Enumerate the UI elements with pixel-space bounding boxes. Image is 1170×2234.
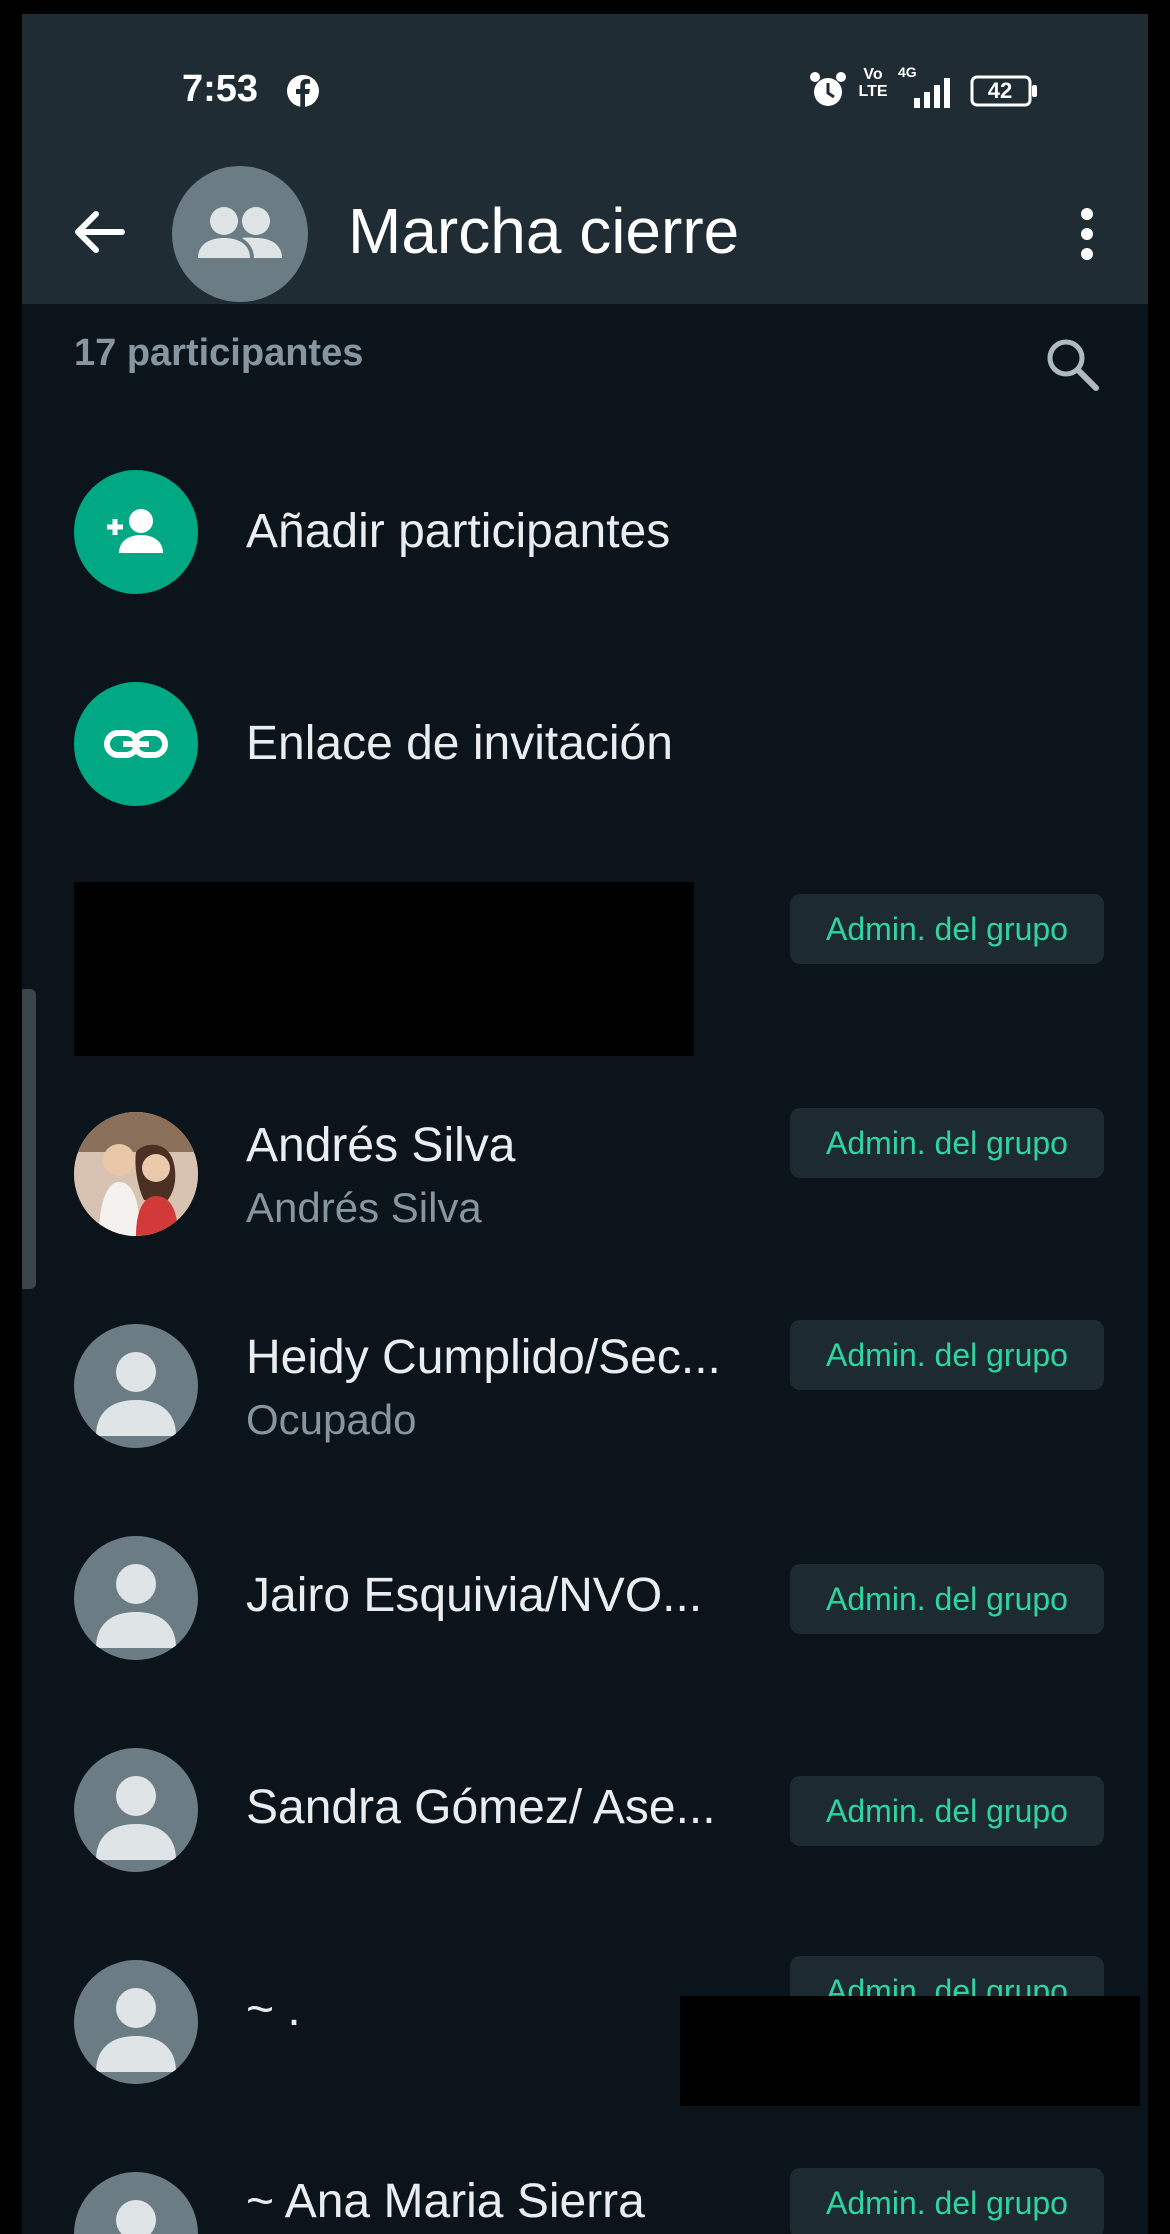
participant-name: ~ Ana Maria Sierra — [246, 2175, 645, 2228]
signal-icon — [914, 78, 950, 108]
invite-link-label: Enlace de invitación — [246, 717, 673, 770]
invite-link-circle — [74, 682, 198, 806]
participant-name: ~ . — [246, 1983, 301, 2036]
participant-row-3[interactable]: Jairo Esquivia/NVO... Admin. del grupo — [22, 1518, 1148, 1678]
status-time: 7:53 — [182, 68, 259, 110]
default-avatar-icon — [96, 1352, 176, 1436]
participant-avatar — [74, 1324, 198, 1448]
link-icon — [104, 730, 168, 758]
app-header: Marcha cierre — [22, 164, 1148, 304]
participant-name: Sandra Gómez/ Ase... — [246, 1781, 716, 1834]
add-participants-label: Añadir participantes — [246, 505, 671, 558]
participant-status: Ocupado — [246, 1396, 417, 1443]
participant-row-0[interactable]: Admin. del grupo — [22, 880, 1148, 1056]
participant-avatar — [74, 1748, 198, 1872]
volte-icon: Vo LTE — [858, 66, 888, 100]
invite-link-button[interactable]: Enlace de invitación — [22, 674, 1148, 814]
alarm-icon — [810, 72, 846, 106]
add-person-icon — [107, 509, 163, 553]
back-arrow-icon[interactable] — [68, 202, 128, 262]
default-avatar-icon — [96, 1988, 176, 2072]
participant-avatar — [74, 2172, 198, 2234]
participant-row-4[interactable]: Sandra Gómez/ Ase... Admin. del grupo — [22, 1730, 1148, 1890]
participant-name: Jairo Esquivia/NVO... — [246, 1569, 703, 1622]
search-icon[interactable] — [1040, 332, 1104, 396]
group-participants-screen: 7:53 Vo LTE 4G 42 Marcha cierre 17 parti… — [22, 14, 1148, 2234]
participant-row-6[interactable]: ~ Ana Maria Sierra Admin. del grupo — [22, 2154, 1148, 2234]
admin-badge: Admin. del grupo — [790, 2168, 1104, 2234]
participant-status: Andrés Silva — [246, 1184, 482, 1231]
participant-name: Andrés Silva — [246, 1119, 516, 1172]
participant-row-1[interactable]: Andrés Silva Andrés Silva Admin. del gru… — [22, 1094, 1148, 1254]
admin-badge: Admin. del grupo — [790, 1564, 1104, 1634]
participant-row-5[interactable]: ~ . Admin. del grupo — [22, 1942, 1148, 2106]
add-participants-button[interactable]: Añadir participantes — [22, 462, 1148, 602]
default-avatar-icon — [96, 1564, 176, 1648]
admin-badge: Admin. del grupo — [790, 1320, 1104, 1390]
facebook-icon — [287, 75, 319, 107]
group-title: Marcha cierre — [348, 195, 740, 267]
participant-avatar — [74, 1536, 198, 1660]
admin-badge: Admin. del grupo — [790, 894, 1104, 964]
more-vert-icon[interactable] — [1072, 204, 1102, 264]
redaction-block — [74, 882, 694, 1056]
status-bar: 7:53 Vo LTE 4G 42 — [22, 14, 1148, 164]
participant-name: Heidy Cumplido/Sec... — [246, 1331, 721, 1384]
scrollbar-thumb[interactable] — [22, 989, 36, 1289]
photo-avatar-icon — [74, 1112, 198, 1236]
default-avatar-icon — [116, 2200, 156, 2234]
add-participants-circle — [74, 470, 198, 594]
participant-count: 17 participantes — [74, 332, 364, 374]
participant-photo — [74, 1112, 198, 1236]
group-avatar[interactable] — [172, 166, 308, 302]
battery-level: 42 — [987, 78, 1013, 103]
participant-row-2[interactable]: Heidy Cumplido/Sec... Ocupado Admin. del… — [22, 1306, 1148, 1466]
group-avatar-icon — [198, 207, 282, 258]
admin-badge: Admin. del grupo — [790, 1108, 1104, 1178]
participant-avatar — [74, 1960, 198, 2084]
redaction-block — [680, 1996, 1140, 2106]
admin-badge: Admin. del grupo — [790, 1776, 1104, 1846]
default-avatar-icon — [96, 1776, 176, 1860]
battery-icon: 42 — [970, 74, 1040, 108]
